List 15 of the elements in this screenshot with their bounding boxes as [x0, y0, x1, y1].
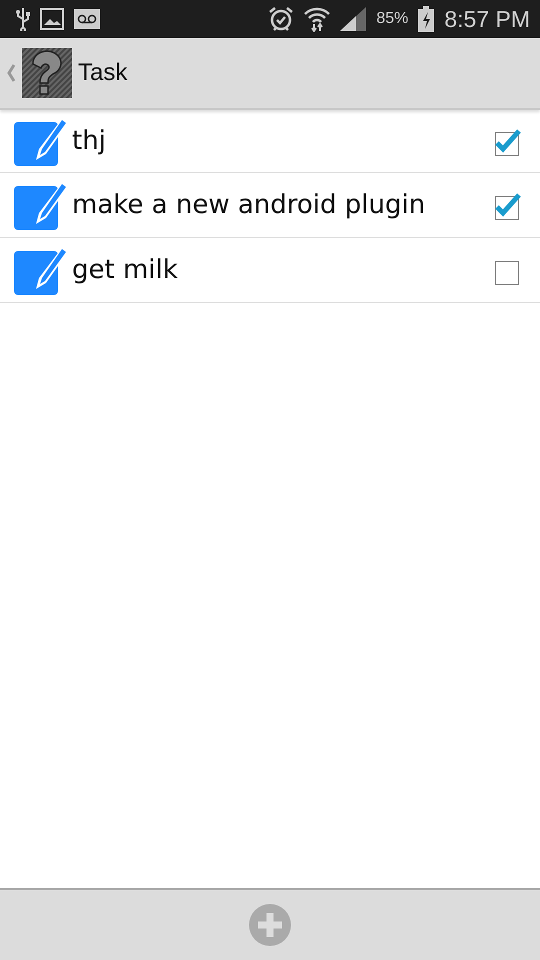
battery-percent: 85%	[376, 10, 408, 28]
battery-charging-icon	[418, 6, 434, 32]
usb-icon	[16, 7, 30, 31]
question-mark-icon	[22, 48, 72, 98]
back-chevron-icon[interactable]	[6, 63, 16, 83]
signal-icon	[340, 7, 366, 31]
clock-time: 8:57 PM	[444, 6, 530, 32]
wifi-icon	[304, 6, 330, 32]
image-icon	[40, 8, 64, 30]
task-title: get milk	[72, 255, 179, 285]
task-title: make a new android plugin	[72, 190, 426, 220]
task-title: thj	[72, 126, 107, 156]
voicemail-icon	[74, 9, 100, 29]
alarm-icon	[268, 6, 294, 32]
screen-title: Task	[78, 59, 128, 87]
